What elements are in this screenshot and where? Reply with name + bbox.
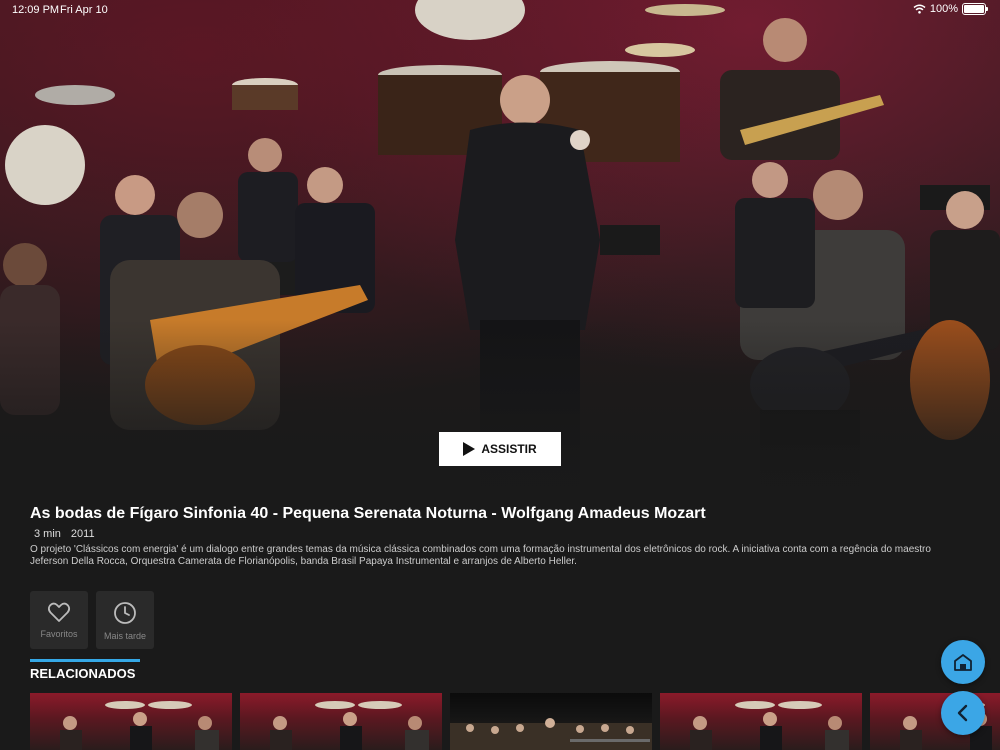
related-thumbnail[interactable] <box>30 693 232 750</box>
battery-icon <box>962 3 988 15</box>
related-thumbnail[interactable] <box>240 693 442 750</box>
battery-percentage: 100% <box>929 3 958 15</box>
status-bar: 12:09 PM Fri Apr 10 100% <box>0 0 1000 20</box>
thumbnail-image <box>270 701 429 750</box>
video-description: O projeto 'Clássicos com energia' é um d… <box>30 544 931 567</box>
video-year: 2011 <box>70 528 95 540</box>
thumbnail-image <box>60 701 219 750</box>
watch-later-button[interactable]: Mais tarde <box>96 591 154 649</box>
video-meta: 3 min 2011 <box>34 528 95 540</box>
thumbnail-image <box>450 718 652 750</box>
favorites-label: Favoritos <box>40 629 78 639</box>
status-date: Fri Apr 10 <box>60 4 108 16</box>
play-icon <box>463 442 476 456</box>
home-button[interactable] <box>941 640 985 684</box>
watch-button[interactable]: ASSISTIR <box>439 432 561 466</box>
status-time: 12:09 PM <box>12 4 60 16</box>
hero-gradient-overlay <box>0 320 1000 520</box>
favorites-button[interactable]: Favoritos <box>30 591 88 649</box>
video-duration: 3 min <box>34 528 61 540</box>
back-button[interactable] <box>941 691 985 735</box>
home-icon <box>954 654 972 671</box>
related-thumbnail[interactable] <box>660 693 862 750</box>
watch-later-label: Mais tarde <box>103 631 147 641</box>
related-tab-indicator <box>30 659 140 662</box>
status-indicators: 100% <box>913 3 988 15</box>
watch-button-label: ASSISTIR <box>481 442 537 456</box>
video-title: As bodas de Fígaro Sinfonia 40 - Pequena… <box>30 505 706 522</box>
wifi-icon <box>913 4 926 14</box>
heart-icon <box>47 602 71 622</box>
clock-icon <box>114 602 136 624</box>
tab-related[interactable]: RELACIONADOS <box>30 666 135 681</box>
chevron-left-icon <box>957 704 968 722</box>
related-thumbnail[interactable] <box>450 693 652 750</box>
thumbnail-image <box>690 701 849 750</box>
